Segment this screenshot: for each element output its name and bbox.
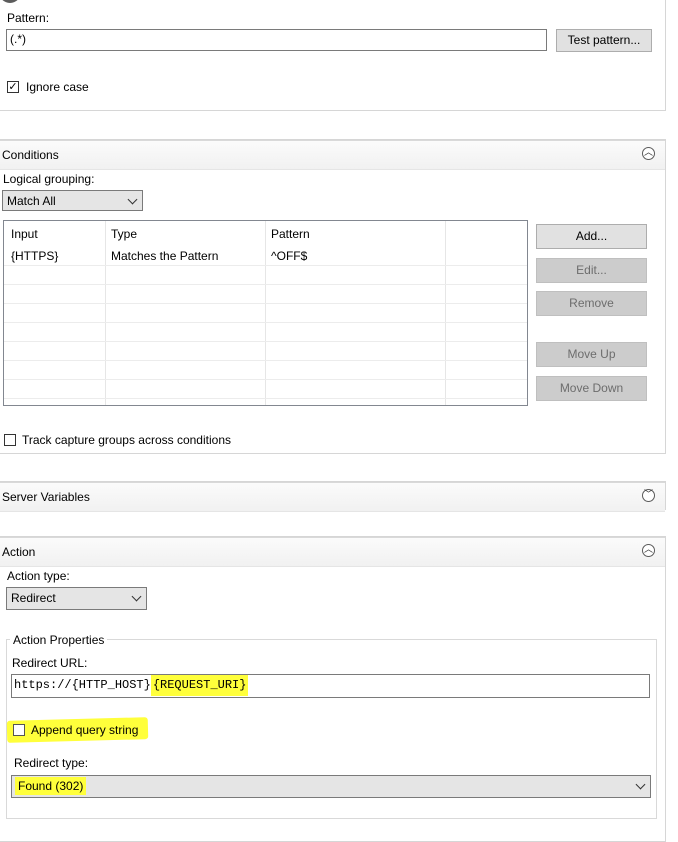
redirect-type-value: Found (302) [15,777,87,795]
logical-grouping-select[interactable]: Match All [2,190,143,211]
logical-grouping-label: Logical grouping: [3,172,95,186]
redirect-url-label: Redirect URL: [12,656,88,670]
redirect-url-request-uri: {REQUEST_URI} [150,675,249,696]
redirect-url-scheme: https:// [14,678,72,692]
server-variables-header[interactable]: Server Variables ﹀ [0,482,665,512]
row-line [4,379,527,380]
redirect-url-host: {HTTP_HOST} [71,678,151,692]
pattern-input[interactable]: (.*) [6,29,547,51]
ignore-case-checkbox[interactable]: ✓ [7,81,19,93]
column-header-type[interactable]: Type [111,227,137,241]
row-pattern-cell: ^OFF$ [271,249,308,263]
server-variables-panel: Server Variables ﹀ [0,481,666,512]
action-type-select[interactable]: Redirect [6,587,147,610]
redirect-type-label: Redirect type: [14,756,89,770]
test-pattern-button[interactable]: Test pattern... [556,29,652,52]
conditions-header[interactable]: Conditions ︿ [0,140,665,170]
row-line [4,303,527,304]
conditions-table[interactable]: Input Type Pattern {HTTPS} Matches the P… [3,220,528,406]
append-query-checkbox[interactable] [13,724,25,736]
action-type-value: Redirect [11,591,56,605]
pattern-label: Pattern: [7,11,50,25]
action-title: Action [2,545,36,559]
collapse-icon[interactable]: ︿ [642,544,655,557]
move-up-button[interactable]: Move Up [536,342,647,367]
match-url-panel [0,0,666,111]
row-line [4,398,527,399]
row-line [4,284,527,285]
server-variables-title: Server Variables [2,490,90,504]
add-condition-button[interactable]: Add... [536,224,647,249]
move-down-button[interactable]: Move Down [536,376,647,401]
chevron-down-icon [131,591,142,602]
chevron-down-icon [635,779,646,790]
track-capture-label: Track capture groups across conditions [22,433,231,447]
row-line [4,360,527,361]
track-capture-checkbox[interactable] [4,434,16,446]
row-input-cell: {HTTPS} [11,249,59,263]
append-query-label: Append query string [31,723,139,737]
chevron-down-icon [127,194,138,205]
action-header[interactable]: Action ︿ [0,537,665,567]
conditions-title: Conditions [2,148,59,162]
column-header-input[interactable]: Input [11,227,38,241]
edit-condition-button[interactable]: Edit... [536,258,647,283]
expand-icon[interactable]: ﹀ [642,489,655,502]
collapse-icon[interactable]: ︿ [642,147,655,160]
column-header-pattern[interactable]: Pattern [271,227,310,241]
remove-condition-button[interactable]: Remove [536,291,647,316]
logical-grouping-value: Match All [7,194,56,208]
action-properties-label: Action Properties [10,633,108,647]
app-icon-fragment [0,0,21,3]
row-line [4,265,527,266]
redirect-url-input[interactable]: https://{HTTP_HOST} {REQUEST_URI} [11,674,650,698]
row-type-cell: Matches the Pattern [111,249,219,263]
ignore-case-label: Ignore case [26,80,89,94]
action-type-label: Action type: [7,569,70,583]
row-line [4,322,527,323]
row-line [4,341,527,342]
redirect-type-select[interactable]: Found (302) [11,775,651,798]
table-row[interactable]: {HTTPS} Matches the Pattern ^OFF$ [4,246,527,265]
